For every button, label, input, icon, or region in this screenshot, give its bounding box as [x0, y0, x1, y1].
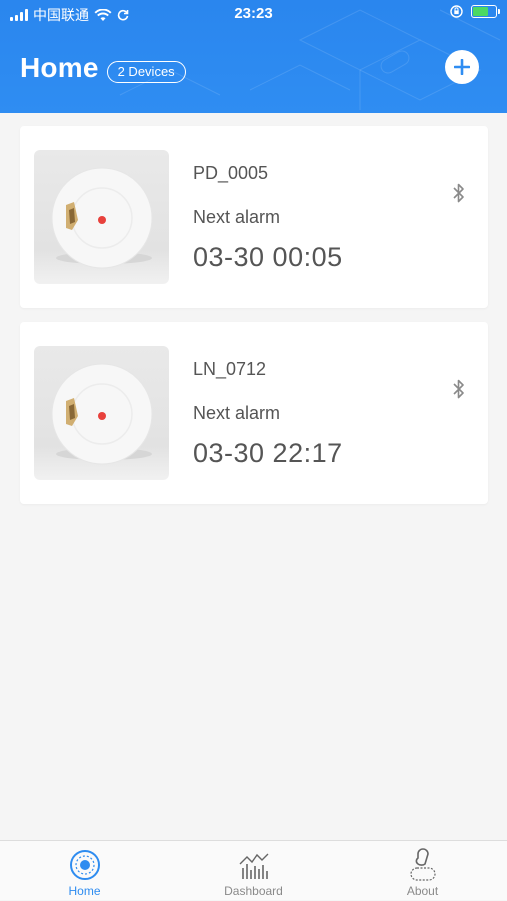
dashboard-chart-icon — [239, 853, 269, 879]
next-alarm-time: 03-30 00:05 — [193, 242, 343, 272]
device-image — [34, 150, 169, 284]
tab-bar: Home Dashboard About — [0, 840, 507, 900]
page-title: Home — [20, 52, 99, 83]
device-name: PD_0005 — [193, 163, 269, 183]
plus-icon — [454, 59, 470, 75]
about-person-icon — [410, 848, 436, 881]
tab-dashboard-label: Dashboard — [224, 884, 283, 898]
battery-icon — [471, 5, 500, 18]
bluetooth-icon[interactable] — [452, 181, 466, 205]
next-alarm-time: 03-30 22:17 — [193, 438, 343, 468]
tab-home[interactable]: Home — [0, 841, 169, 901]
tab-dashboard[interactable]: Dashboard — [169, 841, 338, 901]
app-header: 中国联通 23:23 Home 2 Devices — [0, 0, 507, 113]
status-bar: 中国联通 23:23 — [0, 0, 507, 28]
home-target-icon — [70, 850, 100, 880]
orientation-lock-icon — [450, 5, 463, 18]
status-time: 23:23 — [234, 5, 273, 22]
device-image — [34, 346, 169, 480]
device-card[interactable]: PD_0005 Next alarm 03-30 00:05 — [20, 126, 488, 308]
tab-about-label: About — [406, 884, 439, 898]
tab-home-label: Home — [68, 884, 101, 898]
add-device-button[interactable] — [445, 50, 479, 84]
device-name: LN_0712 — [193, 359, 267, 379]
tab-about[interactable]: About — [338, 841, 507, 901]
next-alarm-label: Next alarm — [193, 207, 281, 227]
bluetooth-icon[interactable] — [452, 377, 466, 401]
device-count-badge: 2 Devices — [106, 61, 186, 83]
device-card[interactable]: LN_0712 Next alarm 03-30 22:17 — [20, 322, 488, 504]
next-alarm-label: Next alarm — [193, 403, 281, 423]
